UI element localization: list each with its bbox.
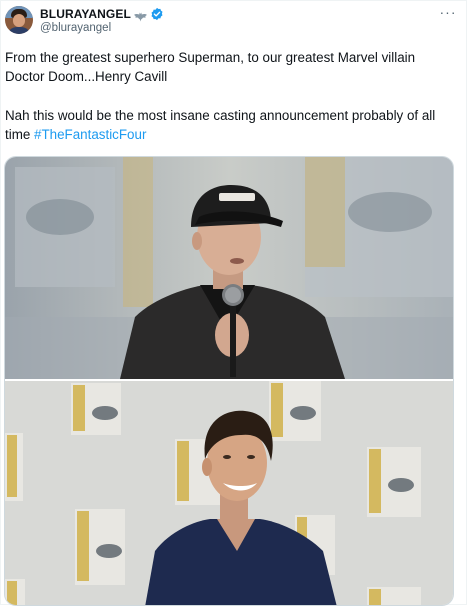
media-grid[interactable] <box>4 156 454 606</box>
tweet-card[interactable]: BLURAYANGEL @blurayangel ··· From the gr… <box>0 0 467 606</box>
user-handle[interactable]: @blurayangel <box>40 22 111 34</box>
display-name[interactable]: BLURAYANGEL <box>40 7 131 21</box>
verified-badge-icon[interactable] <box>150 7 164 21</box>
batman-emblem-icon <box>133 9 147 22</box>
media-image-2[interactable] <box>5 381 453 605</box>
avatar[interactable] <box>5 6 33 34</box>
media-image-1[interactable] <box>5 157 453 379</box>
more-options-button[interactable]: ··· <box>438 5 458 21</box>
author-name-row: BLURAYANGEL <box>40 6 164 22</box>
hashtag-link[interactable]: #TheFantasticFour <box>34 127 146 142</box>
tweet-text-paragraph-1: From the greatest superhero Superman, to… <box>5 50 416 84</box>
tweet-text-paragraph-2: Nah this would be the most insane castin… <box>5 106 455 144</box>
